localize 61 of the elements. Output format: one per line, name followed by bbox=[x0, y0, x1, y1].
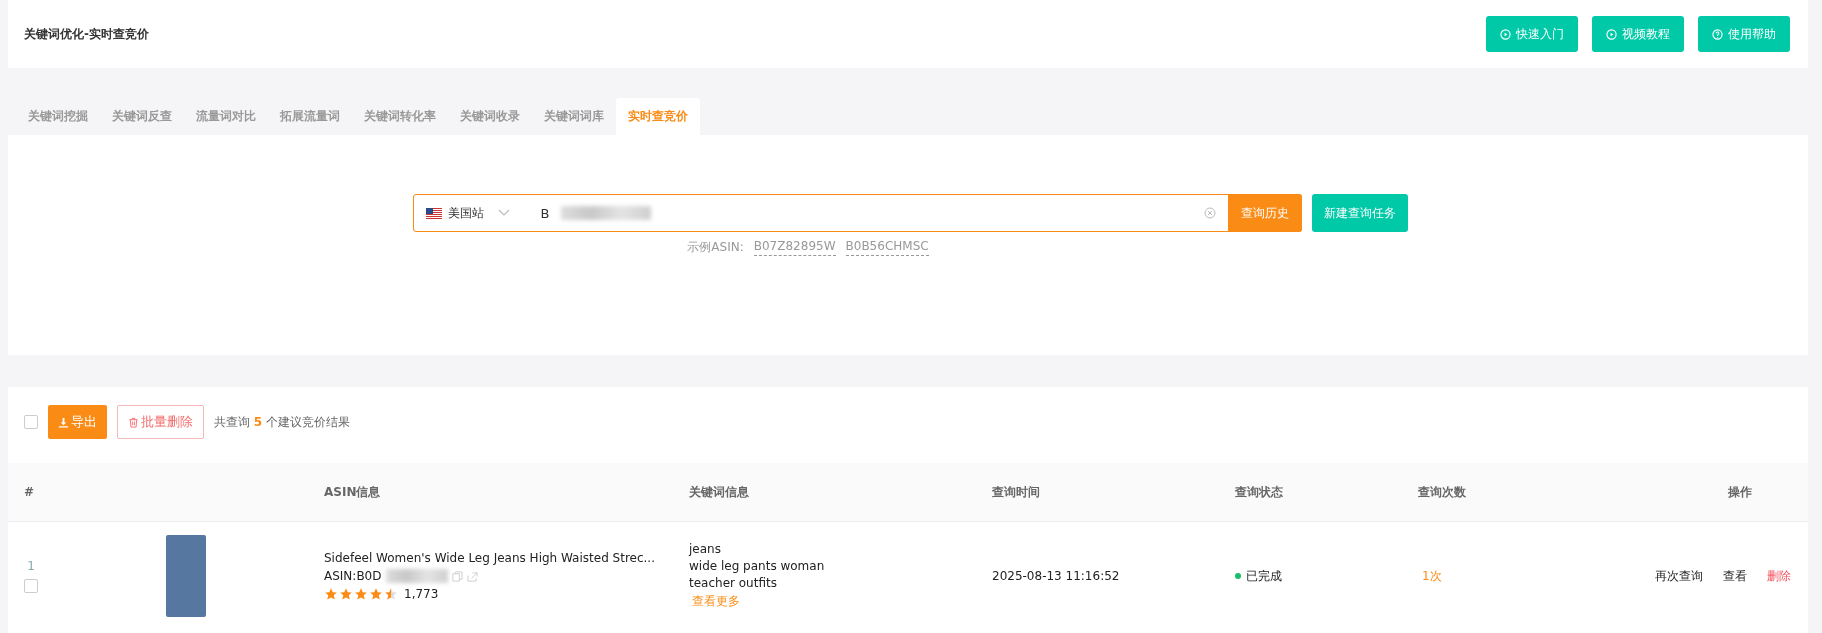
star-icon bbox=[339, 587, 353, 601]
new-task-button[interactable]: 新建查询任务 bbox=[1311, 194, 1408, 232]
result-summary: 共查询 5 个建议竞价结果 bbox=[214, 413, 350, 431]
star-icon bbox=[369, 587, 383, 601]
keyword-text: teacher outfits bbox=[689, 576, 778, 590]
tab[interactable]: 拓展流量词 bbox=[268, 98, 352, 135]
column-header: 查询时间 bbox=[991, 483, 1041, 501]
tab[interactable]: 关键词词库 bbox=[532, 98, 616, 135]
star-icon bbox=[324, 587, 338, 601]
chevron-down-icon bbox=[497, 209, 510, 217]
help-icon bbox=[1712, 28, 1723, 40]
example-asin-link[interactable]: B07Z82895W bbox=[753, 239, 836, 256]
share-icon[interactable] bbox=[466, 570, 478, 582]
column-header: 操作 bbox=[1726, 483, 1753, 501]
product-title[interactable]: Sidefeel Women's Wide Leg Jeans High Waisted Strec... bbox=[324, 551, 655, 565]
row-checkbox[interactable] bbox=[24, 579, 38, 593]
rating-count: 1,773 bbox=[404, 587, 439, 601]
tab[interactable]: 流量词对比 bbox=[184, 98, 268, 135]
column-header: # bbox=[23, 485, 36, 499]
row-number: 1 bbox=[27, 559, 35, 573]
header-button[interactable]: 快速入门 bbox=[1486, 16, 1578, 52]
header-button[interactable]: 视频教程 bbox=[1592, 16, 1684, 52]
redacted-text bbox=[385, 569, 448, 583]
header-button[interactable]: 使用帮助 bbox=[1698, 16, 1790, 52]
see-more-link[interactable]: 查看更多 bbox=[692, 593, 825, 610]
tab[interactable]: 关键词反查 bbox=[100, 98, 184, 135]
download-icon bbox=[58, 416, 69, 428]
tab[interactable]: 实时查竞价 bbox=[616, 98, 700, 135]
export-button[interactable]: 导出 bbox=[48, 405, 107, 439]
query-time: 2025-08-13 11:16:52 bbox=[992, 569, 1120, 583]
column-header: 查询次数 bbox=[1417, 483, 1467, 501]
status-text: 已完成 bbox=[1246, 567, 1282, 585]
tab[interactable]: 关键词转化率 bbox=[352, 98, 448, 135]
column-header: 关键词信息 bbox=[688, 483, 750, 501]
select-all-checkbox[interactable] bbox=[24, 415, 38, 429]
column-header: 查询状态 bbox=[1234, 483, 1284, 501]
page-title: 关键词优化-实时查竞价 bbox=[24, 25, 149, 43]
action-link[interactable]: 查看 bbox=[1723, 567, 1747, 585]
half-star-icon bbox=[384, 587, 398, 601]
copy-icon[interactable] bbox=[451, 570, 463, 582]
query-count: 1次 bbox=[1422, 567, 1442, 585]
batch-delete-button[interactable]: 批量删除 bbox=[117, 405, 204, 439]
action-link[interactable]: 再次查询 bbox=[1655, 567, 1703, 585]
play-icon bbox=[1606, 28, 1617, 40]
example-asin-link[interactable]: B0B56CHMSC bbox=[845, 239, 929, 256]
clear-icon[interactable] bbox=[1203, 207, 1216, 219]
tab[interactable]: 关键词挖掘 bbox=[16, 98, 100, 135]
asin-text: ASIN:B0D bbox=[324, 569, 382, 583]
star-icon bbox=[354, 587, 368, 601]
search-field[interactable]: 美国站 B 查询历史 bbox=[412, 194, 1302, 232]
tab[interactable]: 关键词收录 bbox=[448, 98, 532, 135]
keyword-text: jeans bbox=[689, 542, 722, 556]
flag-icon bbox=[425, 207, 442, 219]
marketplace-select[interactable]: 美国站 bbox=[413, 204, 533, 222]
example-label: 示例ASIN: bbox=[687, 239, 744, 256]
keyword-text: wide leg pants woman bbox=[689, 559, 825, 573]
column-header: ASIN信息 bbox=[323, 483, 382, 501]
play-icon bbox=[1500, 28, 1511, 40]
trash-icon bbox=[128, 416, 139, 428]
action-link[interactable]: 删除 bbox=[1767, 567, 1791, 585]
history-button[interactable]: 查询历史 bbox=[1227, 194, 1302, 232]
